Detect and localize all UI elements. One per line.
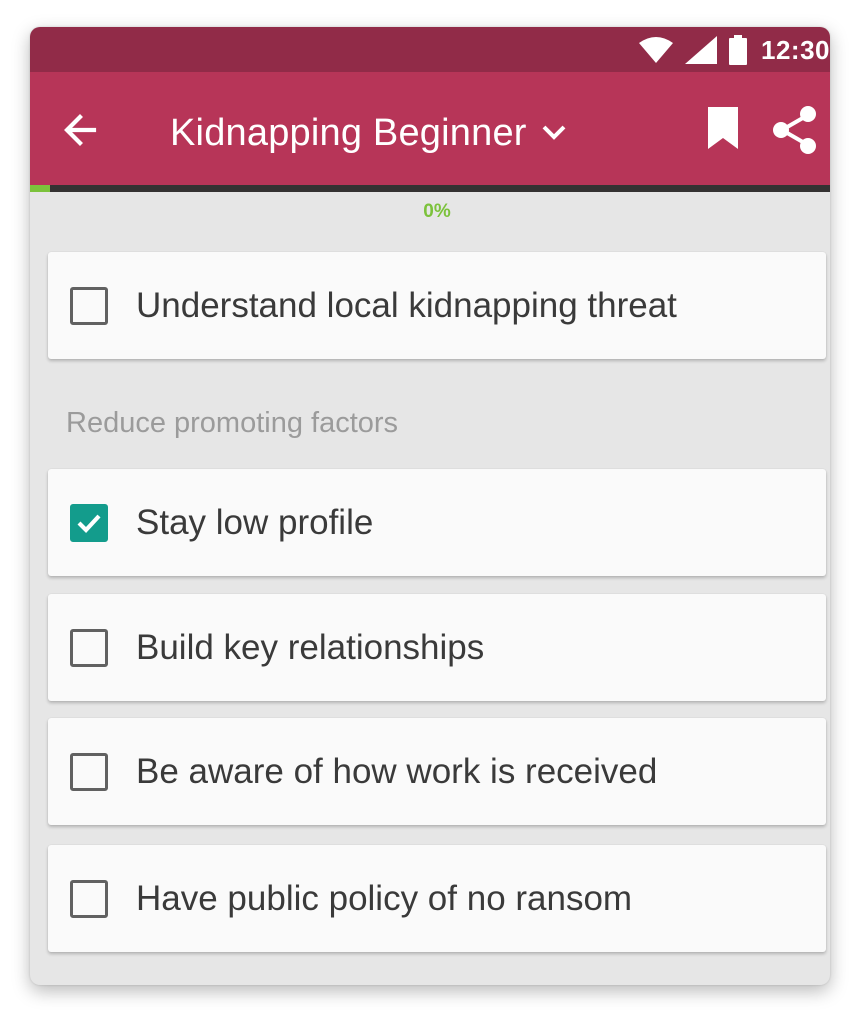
checklist-item-label: Understand local kidnapping threat [136,286,677,325]
checklist-item[interactable]: Stay low profile [48,469,826,576]
checkbox[interactable] [70,880,108,918]
status-time: 12:30 [761,34,830,65]
bookmark-button[interactable] [706,107,746,155]
section-header: Reduce promoting factors [66,407,399,439]
title-dropdown[interactable]: Kidnapping Beginner [170,110,567,156]
back-button[interactable] [60,110,100,150]
checklist-item[interactable]: Have public policy of no ransom [48,845,826,952]
page-title: Kidnapping Beginner [170,111,527,154]
check-icon [77,514,101,534]
progress-fill [30,185,50,192]
signal-icon [685,36,717,64]
checklist-item-label: Stay low profile [136,503,374,542]
status-icons: 12:30 [639,34,830,66]
checkbox[interactable] [70,629,108,667]
checklist-item-label: Have public policy of no ransom [136,879,633,918]
phone-screen: 12:30 Kidnapping Beginner 0% Understand … [30,27,830,985]
arrow-back-icon [60,114,100,154]
checklist-item[interactable]: Understand local kidnapping threat [48,252,826,359]
checklist-item-label: Be aware of how work is received [136,752,658,791]
checklist-item[interactable]: Build key relationships [48,594,826,701]
checkbox[interactable] [70,504,108,542]
chevron-down-icon [541,124,567,147]
checkbox[interactable] [70,287,108,325]
progress-bar [30,185,830,192]
checklist-item[interactable]: Be aware of how work is received [48,718,826,825]
app-bar: Kidnapping Beginner [30,72,830,185]
status-bar: 12:30 [30,27,830,72]
wifi-icon [639,37,673,63]
checklist-item-label: Build key relationships [136,628,485,667]
battery-icon [729,35,747,65]
bookmark-icon [706,107,740,153]
checkbox[interactable] [70,753,108,791]
progress-label: 0% [423,201,451,222]
share-icon [772,106,818,159]
share-button[interactable] [772,105,818,155]
